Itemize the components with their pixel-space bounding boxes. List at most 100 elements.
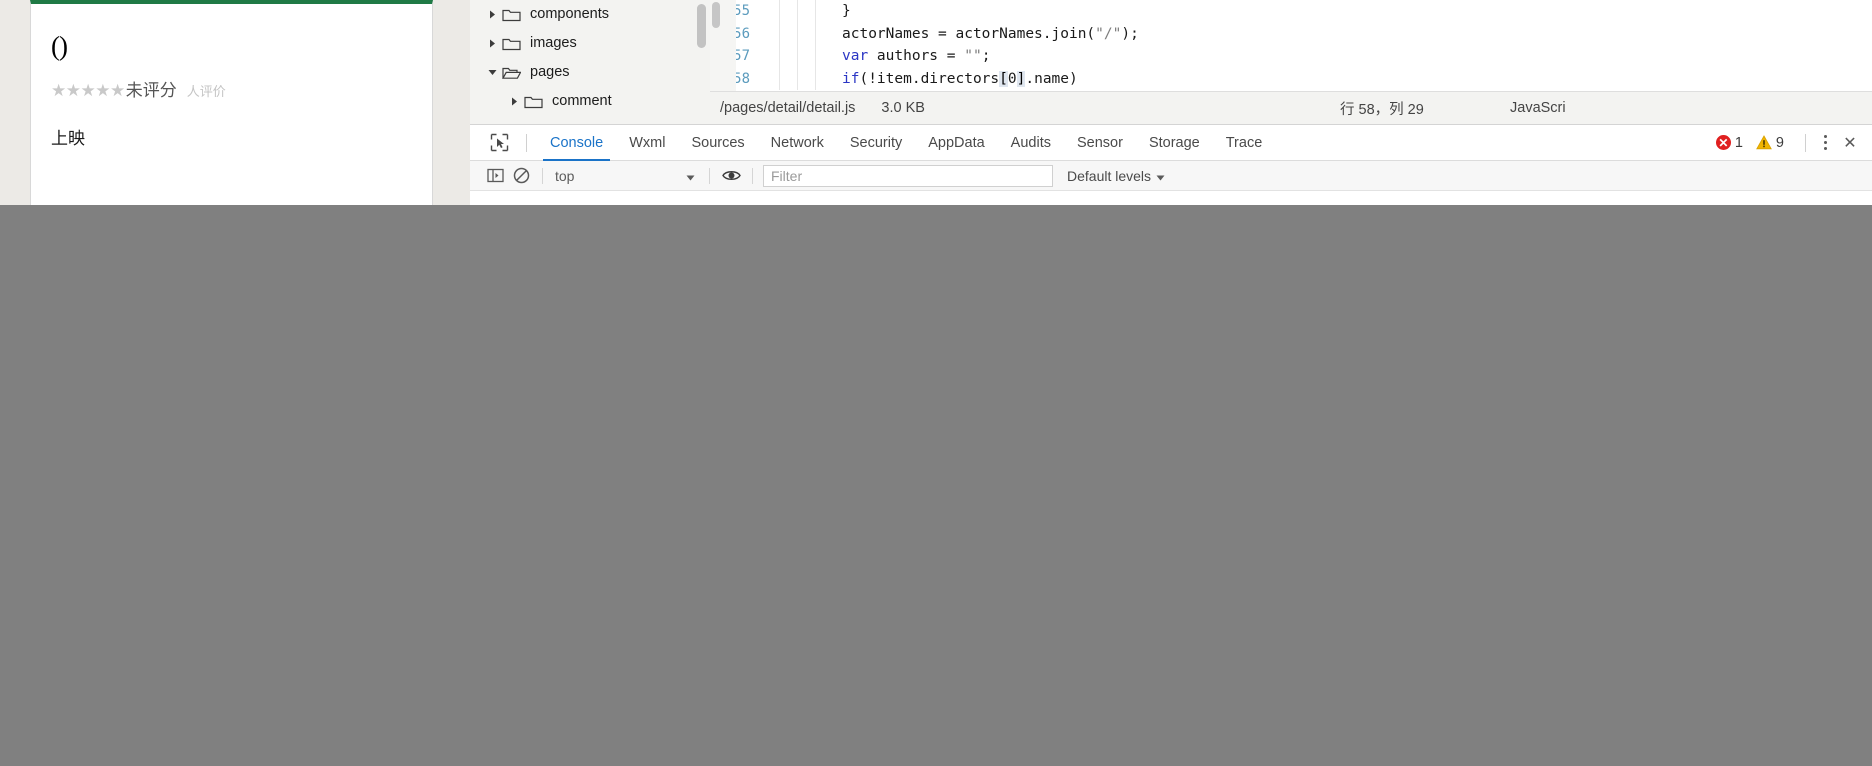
tree-item-label: components <box>530 6 609 23</box>
code-token: } <box>842 3 851 20</box>
editor-gutter-marks[interactable] <box>780 67 798 90</box>
star-icon[interactable]: ★ <box>51 82 66 99</box>
tab-label: Sources <box>691 134 745 151</box>
code-editor[interactable]: 55 } 56 actorNames = actorNames.join("/"… <box>710 0 1872 91</box>
tab-appdata[interactable]: AppData <box>915 125 997 161</box>
editor-gutter-indent <box>798 0 816 23</box>
console-toolbar: top Filter Default levels <box>470 161 1872 191</box>
chevron-right-icon[interactable] <box>484 36 500 52</box>
chevron-down-icon <box>1156 168 1165 184</box>
console-context-select[interactable]: top <box>551 165 701 187</box>
file-explorer-tree[interactable]: components images pages comment <box>470 0 710 124</box>
star-icon[interactable]: ★ <box>110 82 125 99</box>
tab-wxml[interactable]: Wxml <box>616 125 678 161</box>
tree-item-comment[interactable]: comment <box>470 87 710 116</box>
code-token: authors = <box>868 48 965 65</box>
status-file-path[interactable]: /pages/detail/detail.js <box>720 100 855 116</box>
error-icon: ✕ <box>1715 135 1731 150</box>
toolbar-divider <box>526 133 527 152</box>
tab-security[interactable]: Security <box>837 125 915 161</box>
code-token: (!item.directors <box>859 70 1000 87</box>
code-line[interactable]: 58 if (!item.directors[0] .name) <box>710 67 1872 90</box>
editor-gutter-marks[interactable] <box>780 0 798 23</box>
tab-label: Sensor <box>1076 134 1123 151</box>
code-token: actorNames = actorNames.join( <box>842 25 1096 42</box>
code-line[interactable]: 55 } <box>710 0 1872 23</box>
status-language-mode[interactable]: JavaScri <box>1510 100 1566 116</box>
device-frame: () ★ ★ ★ ★ ★ 未评分 人评价 上映 <box>30 0 433 205</box>
tree-item-pages[interactable]: pages <box>470 58 710 87</box>
close-icon[interactable]: ✕ <box>1838 129 1862 157</box>
code-line[interactable]: 57 var authors = ""; <box>710 45 1872 68</box>
editor-gutter-fold[interactable] <box>758 67 780 90</box>
editor-gutter-indent <box>798 67 816 90</box>
devtools-tab-bar: Console Wxml Sources Network Security Ap… <box>470 125 1872 161</box>
tab-trace[interactable]: Trace <box>1213 125 1276 161</box>
screen-occluder-overlay <box>0 205 1872 766</box>
scrollbar-thumb[interactable] <box>697 4 706 48</box>
tab-label: Wxml <box>629 134 666 151</box>
file-tree-scrollbar[interactable] <box>697 4 706 120</box>
folder-closed-icon <box>502 7 522 23</box>
context-label: top <box>555 167 575 184</box>
toolbar-divider <box>709 167 710 184</box>
tab-sensor[interactable]: Sensor <box>1064 125 1136 161</box>
console-log-levels-select[interactable]: Default levels <box>1067 168 1165 184</box>
chevron-down-icon[interactable] <box>484 65 500 81</box>
code-token: ); <box>1121 25 1139 42</box>
tree-item-images[interactable]: images <box>470 29 710 58</box>
warning-icon <box>1756 135 1772 150</box>
code-bracket-match: [ <box>999 70 1008 87</box>
editor-scrollbar-thumb[interactable] <box>712 2 720 28</box>
editor-gutter-indent <box>798 45 816 68</box>
editor-gutter-indent <box>798 22 816 45</box>
console-filter-input[interactable]: Filter <box>763 164 1053 187</box>
star-icon[interactable]: ★ <box>66 82 81 99</box>
tab-network[interactable]: Network <box>758 125 837 161</box>
kebab-dot <box>1823 147 1827 150</box>
live-expression-icon[interactable] <box>718 164 744 188</box>
chevron-right-icon[interactable] <box>506 94 522 110</box>
tab-label: Trace <box>1225 134 1263 151</box>
tree-item-components[interactable]: components <box>470 0 710 29</box>
tab-sources[interactable]: Sources <box>678 125 757 161</box>
tab-console[interactable]: Console <box>537 125 616 161</box>
devtools-status-group: ✕ 1 9 ✕ <box>1715 125 1862 161</box>
star-icon[interactable]: ★ <box>95 82 110 99</box>
toolbar-divider <box>542 167 543 184</box>
editor-gutter-fold[interactable] <box>758 45 780 68</box>
editor-gutter-marks[interactable] <box>780 45 798 68</box>
chevron-right-icon[interactable] <box>484 7 500 23</box>
code-string-token: "/" <box>1095 25 1122 42</box>
warning-badge[interactable]: 9 <box>1756 135 1793 151</box>
editor-gutter-marks[interactable] <box>780 22 798 45</box>
tab-audits[interactable]: Audits <box>998 125 1064 161</box>
error-badge[interactable]: ✕ 1 <box>1715 134 1752 151</box>
code-token: 0 <box>1007 70 1017 87</box>
code-keyword-token: var <box>842 48 869 65</box>
more-options-icon[interactable] <box>1814 129 1836 157</box>
code-token: .name) <box>1025 70 1078 87</box>
folder-closed-icon <box>524 94 544 110</box>
editor-gutter-fold[interactable] <box>758 22 780 45</box>
tree-item-label: images <box>530 35 577 52</box>
editor-status-bar: /pages/detail/detail.js 3.0 KB 行 58，列 29… <box>710 91 1872 124</box>
inspect-element-icon[interactable] <box>482 126 516 160</box>
status-file-size: 3.0 KB <box>881 100 925 116</box>
error-count: 1 <box>1734 134 1743 151</box>
tab-label: Storage <box>1148 134 1200 151</box>
device-screen: () ★ ★ ★ ★ ★ 未评分 人评价 上映 <box>31 4 432 205</box>
show-console-sidebar-icon[interactable] <box>482 164 508 188</box>
status-cursor-position[interactable]: 行 58，列 29 <box>1340 98 1424 119</box>
star-icon[interactable]: ★ <box>81 82 96 99</box>
tree-item-label: comment <box>552 93 612 110</box>
clear-console-icon[interactable] <box>508 164 534 188</box>
editor-gutter-fold[interactable] <box>758 0 780 23</box>
toolbar-divider <box>1805 133 1806 152</box>
tab-storage[interactable]: Storage <box>1136 125 1213 161</box>
code-string-token: "" <box>964 48 982 65</box>
rating-count-label: 人评价 <box>186 83 226 99</box>
tab-label: Console <box>550 134 604 151</box>
kebab-dot <box>1823 135 1827 138</box>
code-line[interactable]: 56 actorNames = actorNames.join("/"); <box>710 22 1872 45</box>
